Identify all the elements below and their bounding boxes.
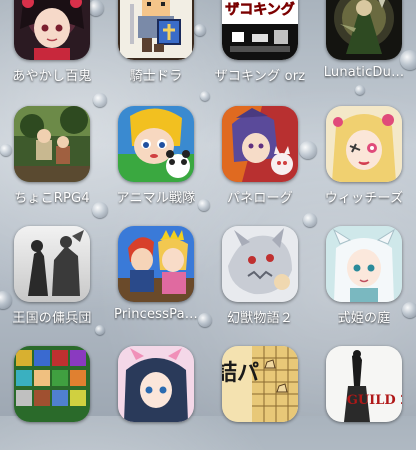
app-tsume-shogi[interactable]: 詰パ bbox=[208, 346, 312, 450]
app-label: ウィッチーズ bbox=[324, 191, 404, 206]
anime-girl-icon bbox=[118, 346, 194, 422]
tsume-shogi-logo-text: 詰パ bbox=[222, 360, 259, 386]
animal-sentai-icon bbox=[118, 106, 194, 182]
app-anime-girl[interactable] bbox=[104, 346, 208, 450]
app-princess-party[interactable]: PrincessPa… bbox=[104, 226, 208, 330]
guild-2-icon: GUILD 2 bbox=[326, 346, 402, 422]
app-zako-king[interactable]: ザコキング ザコキング orz bbox=[208, 0, 312, 88]
witches-icon bbox=[326, 106, 402, 182]
app-witches[interactable]: ウィッチーズ bbox=[312, 106, 416, 210]
pixel-heroes-icon bbox=[14, 346, 90, 422]
app-guild-2[interactable]: GUILD 2 bbox=[312, 346, 416, 450]
app-label: 式姫の庭 bbox=[337, 311, 391, 326]
guild-2-logo-text: GUILD 2 bbox=[347, 393, 402, 408]
shikihime-no-niwa-icon bbox=[326, 226, 402, 302]
app-label: 幻獣物語２ bbox=[226, 311, 293, 326]
app-label: あやかし百鬼 bbox=[12, 69, 92, 84]
zako-king-logo-text: ザコキング bbox=[225, 1, 295, 18]
raindrop bbox=[93, 93, 107, 107]
app-shikihime-no-niwa[interactable]: 式姫の庭 bbox=[312, 226, 416, 330]
app-label: 騎士ドラ bbox=[129, 69, 183, 84]
app-label: PrincessPa… bbox=[114, 307, 198, 322]
app-panerogue[interactable]: パネローグ bbox=[208, 106, 312, 210]
lunatic-dungeon-icon bbox=[326, 0, 402, 60]
app-lunatic-dungeon[interactable]: LunaticDu… bbox=[312, 0, 416, 88]
app-oukoku-youheidan[interactable]: 王国の傭兵団 bbox=[0, 226, 104, 330]
app-label: LunaticDu… bbox=[323, 65, 405, 80]
choco-rpg4-icon bbox=[14, 106, 90, 182]
app-label: 王国の傭兵団 bbox=[12, 311, 92, 326]
tsume-shogi-icon: 詰パ bbox=[222, 346, 298, 422]
zako-king-icon: ザコキング bbox=[222, 0, 298, 60]
app-pixel-heroes[interactable] bbox=[0, 346, 104, 450]
app-choco-rpg4[interactable]: ちょこRPG4 bbox=[0, 106, 104, 210]
app-label: パネローグ bbox=[226, 191, 293, 206]
kishi-dora-icon bbox=[118, 0, 194, 60]
raindrop bbox=[303, 213, 317, 227]
app-label: ザコキング orz bbox=[214, 69, 306, 84]
raindrop bbox=[200, 91, 210, 101]
ayakashi-hyakki-icon bbox=[14, 0, 90, 60]
princess-party-icon bbox=[118, 226, 194, 302]
app-label: ちょこRPG4 bbox=[14, 191, 90, 206]
app-kishi-dora[interactable]: 騎士ドラ bbox=[104, 0, 208, 88]
panerogue-icon bbox=[222, 106, 298, 182]
app-label: アニマル戦隊 bbox=[116, 191, 196, 206]
app-ayakashi-hyakki[interactable]: あやかし百鬼 bbox=[0, 0, 104, 88]
app-animal-sentai[interactable]: アニマル戦隊 bbox=[104, 106, 208, 210]
genjuu-monogatari-2-icon bbox=[222, 226, 298, 302]
app-genjuu-monogatari-2[interactable]: 幻獣物語２ bbox=[208, 226, 312, 330]
oukoku-youheidan-icon bbox=[14, 226, 90, 302]
